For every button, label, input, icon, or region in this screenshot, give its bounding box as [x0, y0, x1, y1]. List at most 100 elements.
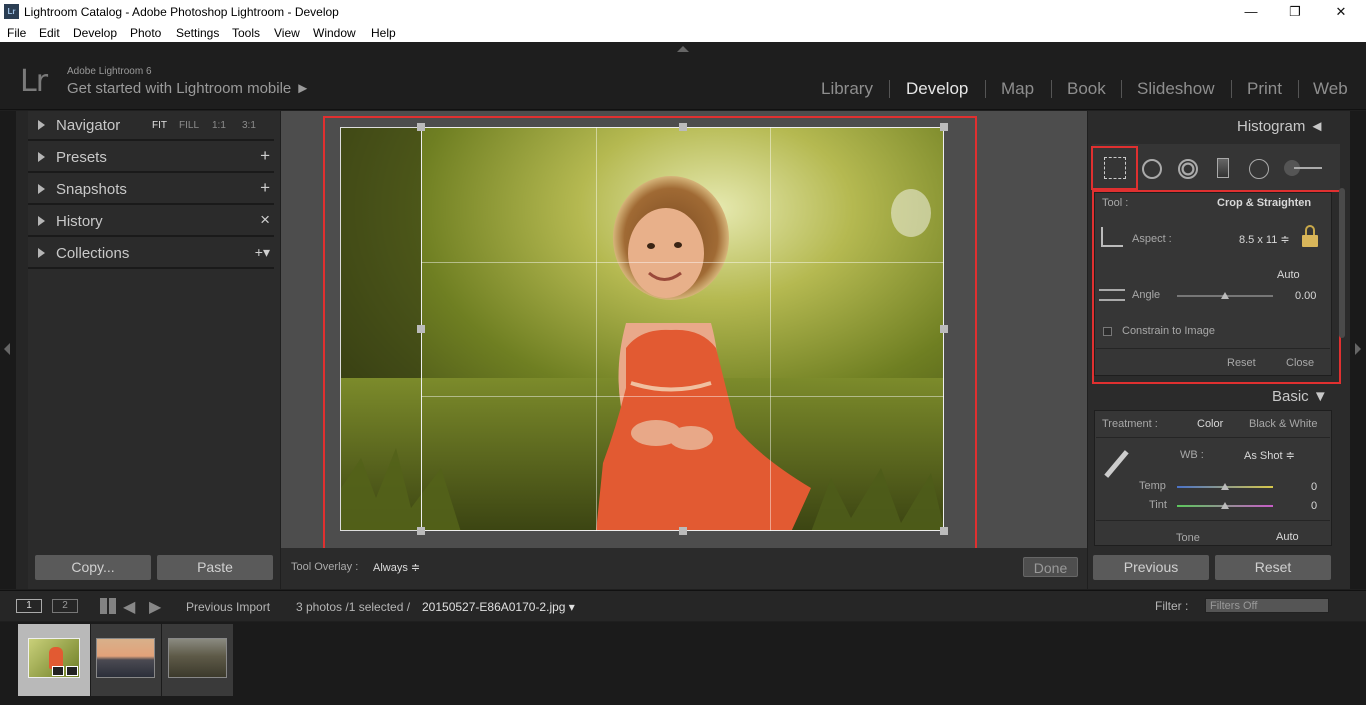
identity-plate-bar [0, 42, 1366, 110]
filmstrip-thumb-selected[interactable] [18, 624, 90, 696]
expand-triangle-icon[interactable] [38, 248, 45, 258]
module-book[interactable]: Book [1067, 79, 1106, 99]
radial-filter-icon[interactable] [1249, 159, 1269, 179]
restore-icon[interactable]: ❐ [1280, 2, 1310, 22]
panel-snapshots[interactable]: Snapshots + [28, 175, 274, 205]
primary-display-button[interactable]: 1 [16, 599, 42, 613]
tint-value[interactable]: 0 [1311, 500, 1317, 512]
module-web[interactable]: Web [1313, 79, 1348, 99]
grid-view-icon[interactable] [100, 598, 116, 614]
eyedropper-icon[interactable] [1102, 448, 1132, 478]
filter-select[interactable]: Filters Off [1205, 598, 1329, 613]
treatment-label: Treatment : [1102, 418, 1158, 430]
collections-label: Collections [56, 245, 130, 262]
adjustment-brush-icon[interactable] [1284, 160, 1322, 176]
module-map[interactable]: Map [1001, 79, 1034, 99]
menu-settings[interactable]: Settings [176, 26, 219, 40]
histogram-header[interactable]: Histogram ◄ [1237, 118, 1324, 135]
expand-triangle-icon[interactable] [38, 152, 45, 162]
treatment-black-white[interactable]: Black & White [1249, 418, 1317, 430]
thumbnail-image [96, 638, 155, 678]
module-separator [1051, 80, 1052, 98]
module-separator [889, 80, 890, 98]
panel-collections[interactable]: Collections +▾ [28, 239, 274, 269]
basic-header[interactable]: Basic ▼ [1272, 388, 1328, 405]
add-collection-icon[interactable]: +▾ [255, 244, 270, 261]
tint-slider-thumb[interactable] [1221, 502, 1229, 509]
left-panel-toggle-icon[interactable] [4, 343, 10, 355]
filmstrip-thumb[interactable] [162, 624, 233, 696]
wb-label: WB : [1180, 449, 1204, 461]
copy-button[interactable]: Copy... [35, 555, 151, 580]
zoom-fit[interactable]: FIT [152, 120, 167, 131]
module-slideshow[interactable]: Slideshow [1137, 79, 1215, 99]
treatment-color[interactable]: Color [1197, 418, 1223, 430]
filmstrip-source[interactable]: Previous Import [186, 600, 270, 614]
menu-photo[interactable]: Photo [130, 26, 161, 40]
mobile-link[interactable]: Get started with Lightroom mobile ► [67, 80, 310, 97]
previous-button[interactable]: Previous [1093, 555, 1209, 580]
module-separator [1298, 80, 1299, 98]
wb-select[interactable]: As Shot ≑ [1244, 449, 1295, 462]
menu-edit[interactable]: Edit [39, 26, 60, 40]
module-separator [1231, 80, 1232, 98]
menu-window[interactable]: Window [313, 26, 356, 40]
module-develop[interactable]: Develop [906, 79, 968, 99]
tone-label: Tone [1176, 532, 1200, 544]
expand-triangle-icon[interactable] [38, 216, 45, 226]
add-snapshot-icon[interactable]: + [260, 178, 270, 198]
filmstrip-thumb[interactable] [91, 624, 161, 696]
window-title: Lightroom Catalog - Adobe Photoshop Ligh… [24, 5, 339, 19]
right-panel-toggle-icon[interactable] [1355, 343, 1361, 355]
panel-history[interactable]: History × [28, 207, 274, 237]
panel-divider [1096, 520, 1330, 521]
history-label: History [56, 213, 103, 230]
basic-panel [1094, 410, 1332, 546]
photo-count: 3 photos /1 selected / [296, 600, 411, 614]
temp-slider-thumb[interactable] [1221, 483, 1229, 490]
tone-auto-button[interactable]: Auto [1276, 531, 1299, 543]
paste-button[interactable]: Paste [157, 555, 273, 580]
temp-value[interactable]: 0 [1311, 481, 1317, 493]
menu-tools[interactable]: Tools [232, 26, 260, 40]
module-print[interactable]: Print [1247, 79, 1282, 99]
menu-view[interactable]: View [274, 26, 300, 40]
right-panel-scrollbar[interactable] [1339, 188, 1345, 338]
zoom-fill[interactable]: FILL [179, 120, 199, 131]
menu-file[interactable]: File [7, 26, 26, 40]
left-panel: Navigator FIT FILL 1:1 3:1 Presets + Sna… [16, 111, 280, 589]
temp-label: Temp [1139, 480, 1166, 492]
module-library[interactable]: Library [821, 79, 873, 99]
back-arrow-icon[interactable]: ◀ [123, 597, 135, 617]
selected-filename[interactable]: 20150527-E86A0170-2.jpg ▾ [422, 600, 575, 614]
red-eye-icon[interactable] [1178, 159, 1198, 179]
snapshots-label: Snapshots [56, 181, 127, 198]
tool-overlay-select[interactable]: Always ≑ [373, 561, 420, 574]
thumbnail-image [168, 638, 227, 678]
tool-overlay-label: Tool Overlay : [291, 561, 359, 573]
panel-presets[interactable]: Presets + [28, 143, 274, 173]
window-titlebar: Lr Lightroom Catalog - Adobe Photoshop L… [0, 0, 1366, 24]
menu-help[interactable]: Help [371, 26, 396, 40]
spot-removal-icon[interactable] [1142, 159, 1162, 179]
expand-triangle-icon[interactable] [38, 184, 45, 194]
filter-label: Filter : [1155, 599, 1189, 613]
menu-develop[interactable]: Develop [73, 26, 117, 40]
close-icon[interactable]: ✕ [1326, 2, 1356, 22]
add-preset-icon[interactable]: + [260, 146, 270, 166]
done-button[interactable]: Done [1023, 557, 1078, 577]
navigator-label: Navigator [56, 117, 121, 134]
zoom-3-1[interactable]: 3:1 [242, 120, 256, 131]
forward-arrow-icon[interactable]: ▶ [149, 597, 161, 617]
lightroom-app-icon: Lr [4, 4, 19, 19]
expand-triangle-icon[interactable] [38, 120, 45, 130]
graduated-filter-icon[interactable] [1217, 158, 1229, 178]
top-panel-toggle-icon[interactable] [677, 46, 689, 52]
panel-navigator[interactable]: Navigator FIT FILL 1:1 3:1 [28, 111, 274, 141]
secondary-display-button[interactable]: 2 [52, 599, 78, 613]
zoom-1-1[interactable]: 1:1 [212, 120, 226, 131]
minimize-icon[interactable]: — [1236, 2, 1266, 22]
version-label: Adobe Lightroom 6 [67, 66, 152, 77]
clear-history-icon[interactable]: × [260, 210, 270, 230]
reset-button[interactable]: Reset [1215, 555, 1331, 580]
